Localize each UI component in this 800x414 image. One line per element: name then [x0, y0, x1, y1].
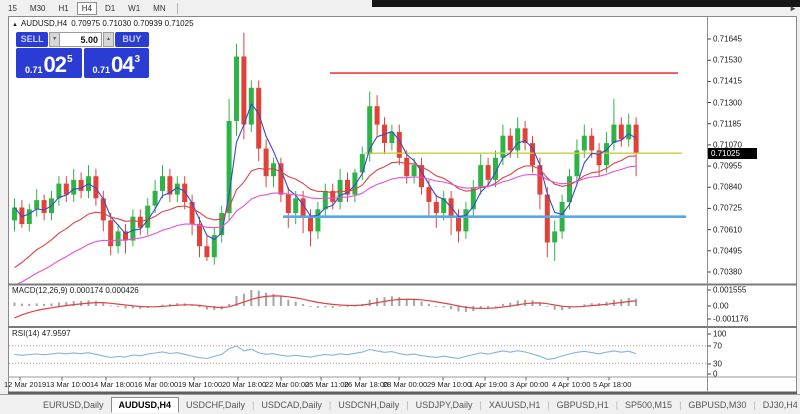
price-axis-label: 0.71530 — [713, 56, 742, 65]
chart-tab-gbpusd[interactable]: GBPUSD,M30 — [681, 398, 753, 412]
price-axis-label: 0.71300 — [713, 98, 742, 107]
time-axis-label: 22 Mar 00:00 — [265, 380, 309, 389]
time-axis-label: 12 Mar 2019 — [4, 380, 46, 389]
trade-controls-row: SELL ▼ ▲ BUY — [16, 32, 149, 47]
buy-price-big: 04 — [111, 54, 133, 76]
time-axis-label: 4 Apr 10:00 — [552, 380, 590, 389]
volume-decrease-button[interactable]: ▼ — [49, 32, 60, 47]
time-axis-label: 16 Mar 00:00 — [134, 380, 178, 389]
chart-tab-usdcad[interactable]: USDCAD,Daily — [254, 398, 329, 412]
one-click-trading-panel: SELL ▼ ▲ BUY 0.71025 0.71043 — [16, 32, 149, 78]
chart-tab-usdcnh[interactable]: USDCNH,Daily — [331, 398, 406, 412]
time-axis-label: 26 Mar 18:00 — [344, 380, 388, 389]
background-window-edge — [372, 0, 800, 7]
chart-tabs-bar: EURUSD,DailyAUDUSD,H4USDCHF,Daily|USDCAD… — [0, 394, 800, 414]
price-axis-label: 0.70725 — [713, 204, 742, 213]
timeframe-button-h4[interactable]: H4 — [77, 2, 97, 15]
timeframe-button-w1[interactable]: W1 — [123, 2, 145, 15]
macd-axis-label: 0.00 — [713, 302, 729, 311]
buy-price-sup: 3 — [134, 55, 140, 65]
time-axis-label: 3 Apr 00:00 — [510, 380, 548, 389]
price-axis-label: 0.71645 — [713, 35, 742, 44]
chart-tab-gbpusd[interactable]: GBPUSD,H1 — [550, 398, 616, 412]
sell-price-prefix: 0.71 — [25, 64, 43, 76]
buy-price-prefix: 0.71 — [92, 64, 110, 76]
chart-tab-usdchf[interactable]: USDCHF,Daily — [179, 398, 252, 412]
timeframe-button-m30[interactable]: M30 — [25, 2, 51, 15]
price-axis-label: 0.70610 — [713, 225, 742, 234]
chart-symbol-label: AUDUSD,H4 — [21, 19, 67, 28]
chart-tab-sp500[interactable]: SP500,M15 — [618, 398, 679, 412]
timeframe-button-h1[interactable]: H1 — [53, 2, 73, 15]
macd-indicator-label: MACD(12,26,9) 0.000174 0.000426 — [12, 286, 139, 295]
current-price-badge: 0.71025 — [708, 148, 757, 159]
rsi-axis-label: 0 — [713, 370, 717, 379]
rsi-axis-label: 70 — [713, 342, 722, 351]
time-axis-label: 5 Apr 18:00 — [593, 380, 631, 389]
sell-button[interactable]: SELL — [16, 32, 48, 47]
chart-tab-xauusd[interactable]: XAUUSD,H1 — [482, 398, 548, 412]
mt4-workspace: 15M30H1H4D1W1MN ▲AUDUSD,H40.70975 0.7103… — [0, 0, 800, 414]
price-axis-label: 0.71415 — [713, 77, 742, 86]
sell-price-button[interactable]: 0.71025 — [16, 48, 82, 78]
chart-tab-dj30[interactable]: DJ30,H4 — [756, 398, 800, 412]
chart-tab-usdjpy[interactable]: USDJPY,Daily — [409, 398, 480, 412]
time-axis-label: 25 Mar 11:00 — [305, 380, 349, 389]
price-axis-label: 0.70955 — [713, 162, 742, 171]
chart-ohlc-values: 0.70975 0.71030 0.70939 0.71025 — [71, 19, 193, 28]
rsi-axis-label: 100 — [713, 330, 726, 339]
price-axis-label: 0.70495 — [713, 246, 742, 255]
time-axis-label: 13 Mar 10:00 — [46, 380, 90, 389]
time-axis-label: 20 Mar 18:00 — [222, 380, 266, 389]
timeframe-button-15[interactable]: 15 — [3, 2, 22, 15]
price-axis-label: 0.71185 — [713, 119, 741, 128]
tab-scroll-right-icon[interactable]: ► — [789, 4, 797, 13]
time-axis-label: 28 Mar 00:00 — [383, 380, 427, 389]
sell-price-big: 02 — [43, 54, 65, 76]
time-axis-label: 29 Mar 10:00 — [427, 380, 471, 389]
buy-price-button[interactable]: 0.71043 — [84, 48, 150, 78]
price-axis-label: 0.70840 — [713, 183, 742, 192]
timeframe-button-d1[interactable]: D1 — [100, 2, 120, 15]
rsi-axis-label: 30 — [713, 360, 722, 369]
sell-price-sup: 5 — [67, 55, 73, 65]
time-axis-label: 14 Mar 18:00 — [90, 380, 134, 389]
time-axis-label: 1 Apr 19:00 — [469, 380, 507, 389]
macd-axis-label: -0.001176 — [713, 315, 748, 324]
chart-tab-audusd[interactable]: AUDUSD,H4 — [111, 397, 180, 413]
timeframe-button-mn[interactable]: MN — [148, 2, 170, 15]
volume-increase-button[interactable]: ▲ — [103, 32, 114, 47]
price-axis-label: 0.70380 — [713, 268, 742, 277]
panel-collapse-icon[interactable]: ▲ — [12, 22, 18, 28]
volume-input[interactable] — [60, 32, 102, 47]
toolbar-divider — [177, 3, 178, 14]
buy-button[interactable]: BUY — [115, 32, 149, 47]
macd-axis-label: 0.001555 — [713, 286, 746, 295]
rsi-indicator-label: RSI(14) 47.9597 — [12, 329, 71, 338]
trade-prices-row: 0.71025 0.71043 — [16, 48, 149, 78]
time-axis-label: 19 Mar 10:00 — [178, 380, 222, 389]
chart-header: ▲AUDUSD,H4 0.70975 0.71030 0.70939 0.7102… — [12, 19, 194, 28]
chart-tab-eurusd[interactable]: EURUSD,Daily — [36, 398, 111, 412]
